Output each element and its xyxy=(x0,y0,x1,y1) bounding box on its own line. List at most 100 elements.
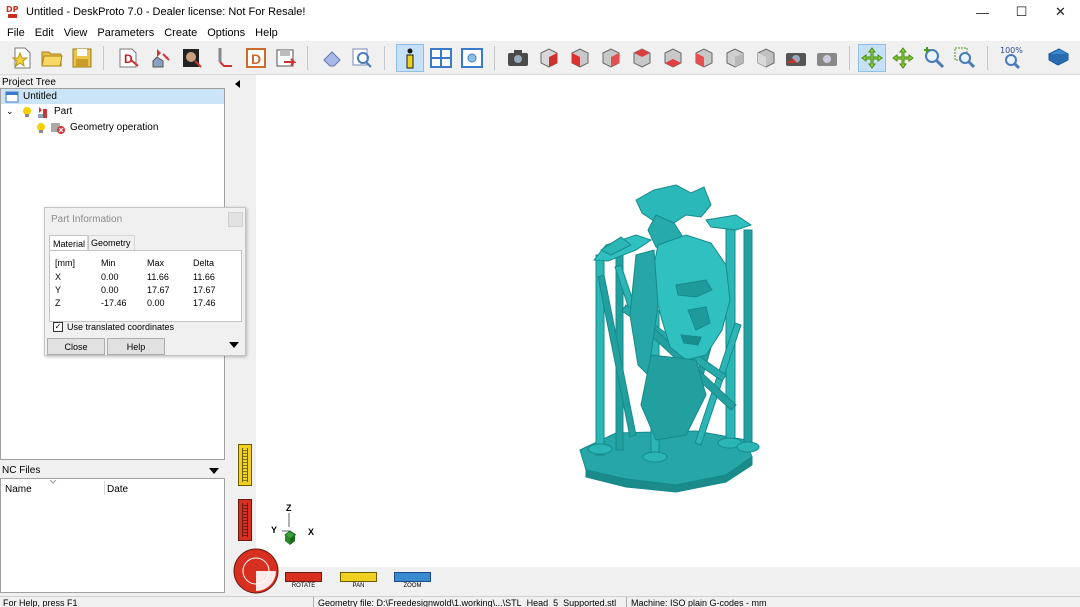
status-geometry-file: Geometry file: D:\Freedesignwold\1.worki… xyxy=(318,598,617,607)
part-icon xyxy=(38,106,47,118)
y-max-value: 17.67 xyxy=(147,285,170,295)
view-front-icon[interactable] xyxy=(566,44,594,72)
geometry-operation-icon xyxy=(51,122,65,134)
view-wireframe-icon[interactable] xyxy=(752,44,780,72)
lightbulb-icon[interactable] xyxy=(22,106,32,118)
export-nc-icon[interactable] xyxy=(272,44,300,72)
status-machine: Machine: ISO plain G-codes - mm xyxy=(631,598,767,607)
create-nc-program-icon[interactable]: D xyxy=(242,44,270,72)
translated-coordinates-checkbox[interactable]: ✓ xyxy=(53,322,63,332)
zoom-100-label: 100% xyxy=(1000,46,1023,55)
column-header-max: Max xyxy=(147,258,165,268)
nc-files-list: Name Date xyxy=(0,478,225,593)
nc-files-header: NC Files xyxy=(0,464,225,477)
rotate-mode-button[interactable] xyxy=(285,572,322,582)
multiple-views-icon[interactable] xyxy=(427,44,455,72)
menu-help[interactable]: Help xyxy=(250,27,283,39)
next-view-icon[interactable] xyxy=(813,44,841,72)
view-left-icon[interactable] xyxy=(628,44,656,72)
x-delta-value: 11.66 xyxy=(193,272,215,282)
open-folder-icon[interactable] xyxy=(38,44,66,72)
status-help-text: For Help, press F1 xyxy=(3,598,78,607)
tree-item-geometry-operation[interactable]: Geometry operation xyxy=(1,120,224,135)
view-bottom-icon[interactable] xyxy=(721,44,749,72)
menu-parameters[interactable]: Parameters xyxy=(92,27,159,39)
view-right-icon[interactable] xyxy=(659,44,687,72)
maximize-button[interactable]: ☐ xyxy=(1002,0,1041,24)
x-min-value: 0.00 xyxy=(101,272,119,282)
z-delta-value: 17.46 xyxy=(193,298,216,308)
part-dimensions-table: [mm] Min Max Delta X 0.00 11.66 11.66 Y … xyxy=(49,250,242,322)
pan-mode-button[interactable] xyxy=(340,572,377,582)
expand-arrow-icon[interactable] xyxy=(229,342,239,348)
tree-item-part[interactable]: ⌄ Part xyxy=(1,104,224,119)
view-settings-icon[interactable] xyxy=(458,44,486,72)
speed-slider-yellow[interactable] xyxy=(238,444,252,486)
column-header-min: Min xyxy=(101,258,116,268)
zoom-window-icon[interactable] xyxy=(951,44,979,72)
rotate-dial-icon[interactable] xyxy=(232,547,280,595)
menu-options[interactable]: Options xyxy=(202,27,250,39)
previous-view-icon[interactable] xyxy=(782,44,810,72)
zoom-100-icon[interactable]: 100% xyxy=(998,44,1026,72)
dropdown-arrow-icon[interactable] xyxy=(208,467,220,475)
translated-coordinates-checkbox-row[interactable]: ✓ Use translated coordinates xyxy=(53,322,174,332)
new-file-icon[interactable] xyxy=(8,44,36,72)
window-title: Untitled - DeskProto 7.0 - Dealer licens… xyxy=(26,6,306,18)
z-max-value: 0.00 xyxy=(147,298,165,308)
help-book-icon[interactable] xyxy=(1044,44,1072,72)
zoom-mode-button[interactable] xyxy=(394,572,431,582)
menu-file[interactable]: File xyxy=(2,27,30,39)
y-min-value: 0.00 xyxy=(101,285,119,295)
erase-icon[interactable] xyxy=(318,44,346,72)
toolpath-icon[interactable] xyxy=(210,44,238,72)
part-parameters-icon[interactable] xyxy=(147,44,175,72)
row-axis-x: X xyxy=(55,272,62,282)
operation-parameters-icon[interactable] xyxy=(178,44,206,72)
sort-indicator-icon xyxy=(49,480,57,484)
zoom-in-icon[interactable] xyxy=(920,44,948,72)
part-information-icon[interactable] xyxy=(396,44,424,72)
tab-geometry[interactable]: Geometry xyxy=(87,235,135,250)
view-isometric-icon[interactable] xyxy=(535,44,563,72)
menu-bar: File Edit View Parameters Create Options… xyxy=(0,24,1080,41)
3d-canvas[interactable]: Z Y X xyxy=(256,75,1080,567)
nc-files-title: NC Files xyxy=(2,465,41,476)
tab-material[interactable]: Material xyxy=(49,235,90,251)
project-icon xyxy=(5,91,19,102)
minimize-button[interactable]: — xyxy=(963,0,1002,24)
nc-column-date[interactable]: Date xyxy=(107,484,128,495)
close-button[interactable]: Close xyxy=(47,338,105,355)
screenshot-camera-icon[interactable] xyxy=(504,44,532,72)
status-bar: For Help, press F1 Geometry file: D:\Fre… xyxy=(0,596,1080,607)
y-delta-value: 17.67 xyxy=(193,285,216,295)
tree-label-part: Part xyxy=(54,106,73,117)
help-button[interactable]: Help xyxy=(107,338,165,355)
row-axis-y: Y xyxy=(55,285,62,295)
rotate-mode-label: ROTATE xyxy=(291,583,316,589)
speed-slider-red[interactable] xyxy=(238,499,252,541)
x-max-value: 11.66 xyxy=(147,272,169,282)
part-3d-model xyxy=(579,184,760,493)
save-disk-icon[interactable] xyxy=(68,44,96,72)
close-window-button[interactable]: ✕ xyxy=(1041,0,1080,24)
nc-column-name[interactable]: Name xyxy=(5,484,32,495)
deskproto-app-icon: DP xyxy=(6,5,20,19)
toolbar: D D 100% xyxy=(0,41,1080,75)
project-parameters-icon[interactable]: D xyxy=(115,44,143,72)
find-icon[interactable] xyxy=(348,44,376,72)
tree-item-untitled[interactable]: Untitled xyxy=(1,89,224,104)
dialog-close-box[interactable] xyxy=(228,212,243,227)
collapse-panel-arrow-icon[interactable] xyxy=(234,79,242,89)
menu-view[interactable]: View xyxy=(59,27,93,39)
chevron-down-icon[interactable]: ⌄ xyxy=(6,106,18,117)
pan-mode-icon[interactable] xyxy=(889,44,917,72)
svg-text:D: D xyxy=(251,51,261,67)
rotate-mode-icon[interactable] xyxy=(858,44,886,72)
menu-edit[interactable]: Edit xyxy=(30,27,59,39)
column-header-delta: Delta xyxy=(193,258,215,268)
view-top-icon[interactable] xyxy=(690,44,718,72)
menu-create[interactable]: Create xyxy=(159,27,202,39)
view-back-icon[interactable] xyxy=(597,44,625,72)
lightbulb-icon[interactable] xyxy=(36,122,46,134)
